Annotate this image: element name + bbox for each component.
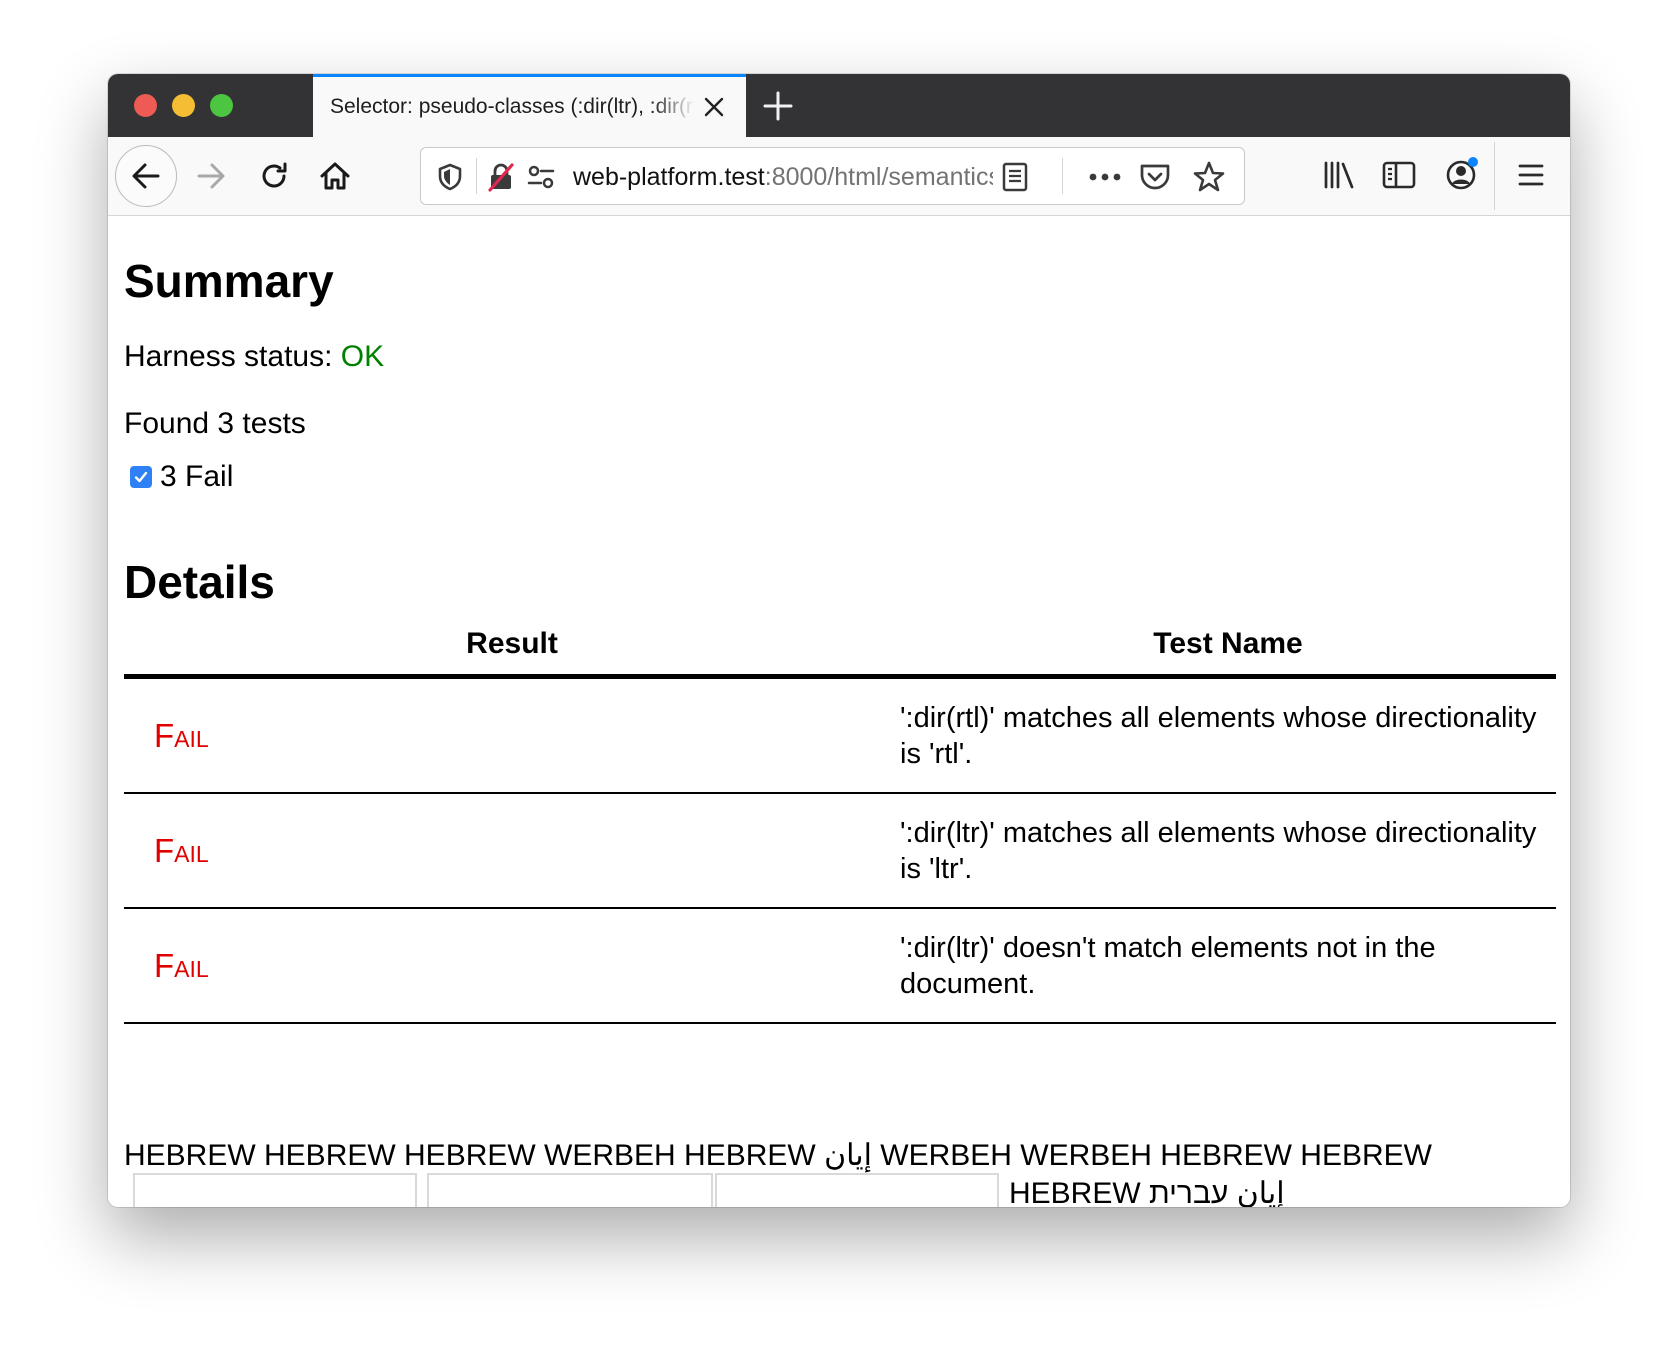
found-tests-text: Found 3 tests: [124, 407, 306, 440]
test-name-cell: ':dir(rtl)' matches all elements whose d…: [900, 676, 1556, 794]
result-cell: Fail: [124, 793, 900, 909]
new-tab-button[interactable]: [758, 86, 798, 126]
home-icon: [320, 162, 350, 190]
sidebar-icon[interactable]: [1380, 157, 1418, 193]
harness-status: Harness status: OK: [124, 340, 384, 374]
tab-title: Selector: pseudo-classes (:dir(ltr), :di…: [330, 95, 695, 118]
pocket-icon[interactable]: [1138, 160, 1172, 194]
back-button[interactable]: [115, 145, 177, 207]
tab-strip: Selector: pseudo-classes (:dir(ltr), :di…: [108, 74, 1570, 137]
result-status: Fail: [154, 831, 209, 869]
browser-window: Selector: pseudo-classes (:dir(ltr), :di…: [108, 74, 1570, 1207]
url-separator: [1062, 158, 1063, 194]
table-header-row: Result Test Name: [124, 614, 1556, 679]
fail-filter-label: 3 Fail: [160, 460, 234, 493]
column-header-test-name: Test Name: [900, 614, 1556, 679]
menu-icon[interactable]: [1512, 157, 1550, 193]
tab-close-icon[interactable]: [700, 93, 728, 121]
navigation-toolbar: web-platform.test:8000/html/semantics/se…: [108, 137, 1570, 216]
harness-status-value: OK: [340, 340, 385, 373]
reload-icon: [262, 162, 287, 188]
column-header-result: Result: [124, 614, 900, 679]
window-close-button[interactable]: [134, 94, 157, 117]
permissions-icon[interactable]: [525, 162, 557, 192]
bidi-test-inputs-line: HEBREW إيان עברית: [133, 1173, 1285, 1207]
url-bar[interactable]: web-platform.test:8000/html/semantics/se…: [420, 147, 1245, 205]
forward-button[interactable]: [180, 145, 242, 207]
table-row: Fail ':dir(ltr)' matches all elements wh…: [124, 793, 1556, 909]
bidi-test-text-line: HEBREW HEBREW HEBREW WERBEH HEBREW إيان …: [124, 1139, 1432, 1172]
text-input[interactable]: [133, 1173, 417, 1207]
checkmark-icon: [134, 471, 148, 483]
results-table: Result Test Name Fail ':dir(rtl)' matche…: [124, 614, 1556, 1024]
home-button[interactable]: [304, 145, 366, 207]
text-input[interactable]: [715, 1173, 999, 1207]
library-icon[interactable]: [1320, 157, 1358, 193]
active-tab[interactable]: Selector: pseudo-classes (:dir(ltr), :di…: [313, 74, 746, 137]
page-content: Summary Harness status: OK Found 3 tests…: [108, 216, 1570, 1207]
url-host: web-platform.test: [573, 163, 765, 191]
harness-label: Harness status:: [124, 340, 341, 373]
fail-filter-checkbox[interactable]: [130, 466, 152, 488]
result-cell: Fail: [124, 676, 900, 794]
page-actions-icon[interactable]: [1086, 162, 1124, 192]
reload-button[interactable]: [243, 145, 305, 207]
reader-view-icon[interactable]: [999, 160, 1031, 194]
test-name-cell: ':dir(ltr)' matches all elements whose d…: [900, 793, 1556, 909]
details-heading: Details: [124, 556, 275, 608]
result-cell: Fail: [124, 908, 900, 1024]
url-text[interactable]: web-platform.test:8000/html/semantics/se…: [573, 163, 993, 192]
bidi-test-text: HEBREW إيان עברית: [1009, 1176, 1285, 1208]
summary-heading: Summary: [124, 255, 334, 307]
fail-filter[interactable]: 3 Fail: [130, 460, 233, 494]
table-row: Fail ':dir(rtl)' matches all elements wh…: [124, 676, 1556, 794]
url-separator: [476, 158, 477, 194]
forward-arrow-icon: [197, 163, 225, 189]
back-arrow-icon: [132, 163, 160, 189]
account-icon[interactable]: [1442, 154, 1482, 194]
result-status: Fail: [154, 716, 209, 754]
bookmark-star-icon[interactable]: [1191, 159, 1227, 195]
test-name-cell: ':dir(ltr)' doesn't match elements not i…: [900, 908, 1556, 1024]
table-row: Fail ':dir(ltr)' doesn't match elements …: [124, 908, 1556, 1024]
url-path: :8000/html/semantics/selectors/pseudo-cl…: [764, 163, 993, 191]
window-minimize-button[interactable]: [172, 94, 195, 117]
toolbar-separator: [1494, 142, 1495, 210]
window-maximize-button[interactable]: [210, 94, 233, 117]
result-status: Fail: [154, 946, 209, 984]
shield-icon[interactable]: [435, 162, 465, 192]
text-input[interactable]: [427, 1173, 713, 1207]
insecure-lock-icon[interactable]: [485, 161, 517, 193]
